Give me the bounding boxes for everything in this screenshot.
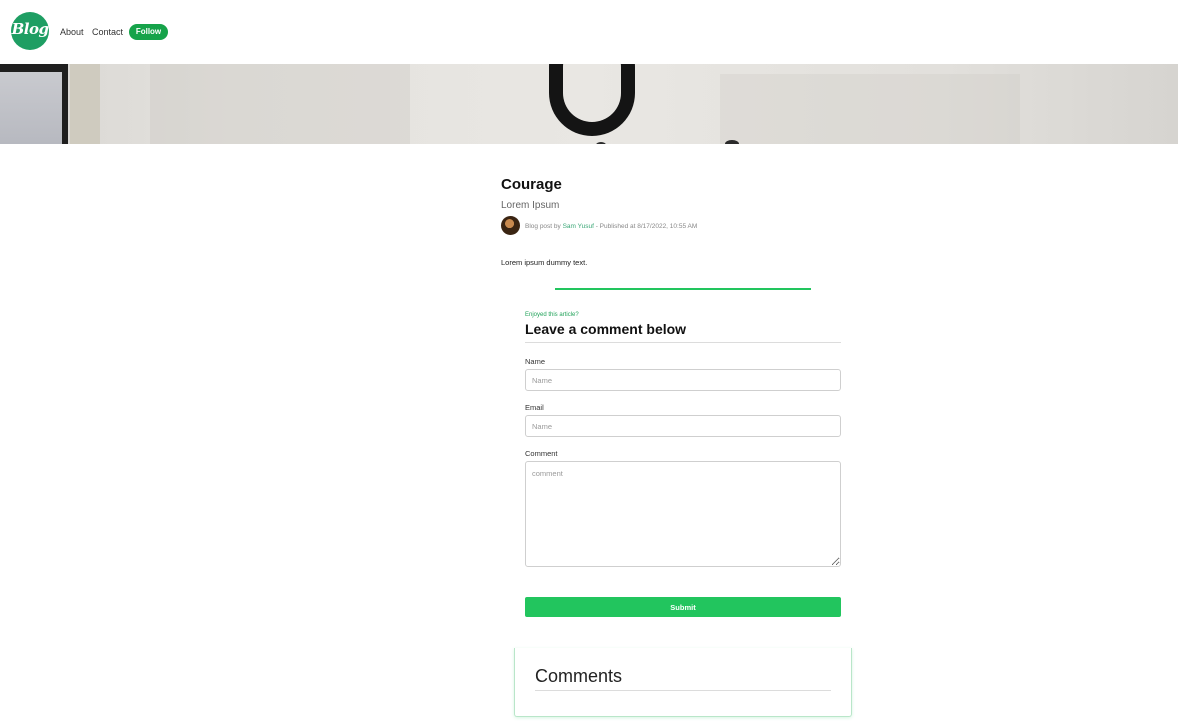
post-title: Courage bbox=[501, 176, 562, 193]
logo-text: Blog bbox=[11, 20, 49, 38]
submit-button[interactable]: Submit bbox=[525, 597, 841, 617]
post-subtitle: Lorem Ipsum bbox=[501, 200, 560, 211]
comment-label: Comment bbox=[525, 449, 558, 458]
author-avatar bbox=[501, 216, 520, 235]
comments-section: Comments bbox=[514, 648, 852, 717]
meta-published: - Published at 8/17/2022, 10:55 AM bbox=[593, 223, 698, 230]
post-body: Lorem ipsum dummy text. bbox=[501, 258, 588, 267]
nav-link-about[interactable]: About bbox=[60, 27, 84, 37]
comment-textarea[interactable] bbox=[525, 461, 841, 567]
cover-letter-shape bbox=[549, 64, 635, 136]
top-navbar: Blog About Contact Follow bbox=[0, 0, 1178, 64]
form-heading: Leave a comment below bbox=[525, 321, 687, 337]
heading-divider bbox=[525, 342, 841, 343]
email-label: Email bbox=[525, 403, 544, 412]
meta-prefix: Blog post by bbox=[525, 223, 563, 230]
author-link[interactable]: Sam Yusuf bbox=[563, 223, 594, 230]
name-input[interactable] bbox=[525, 369, 841, 391]
hero-cover-image bbox=[0, 64, 1178, 144]
section-divider bbox=[555, 288, 811, 290]
comments-divider bbox=[535, 690, 831, 691]
follow-button[interactable]: Follow bbox=[129, 24, 168, 40]
name-label: Name bbox=[525, 357, 546, 366]
form-eyebrow: Enjoyed this article? bbox=[525, 312, 579, 318]
nav-link-contact[interactable]: Contact bbox=[92, 27, 123, 37]
post-meta: Blog post by Sam Yusuf - Published at 8/… bbox=[525, 223, 697, 230]
comments-title: Comments bbox=[535, 666, 623, 686]
blog-logo[interactable]: Blog bbox=[11, 12, 49, 50]
email-input[interactable] bbox=[525, 415, 841, 437]
